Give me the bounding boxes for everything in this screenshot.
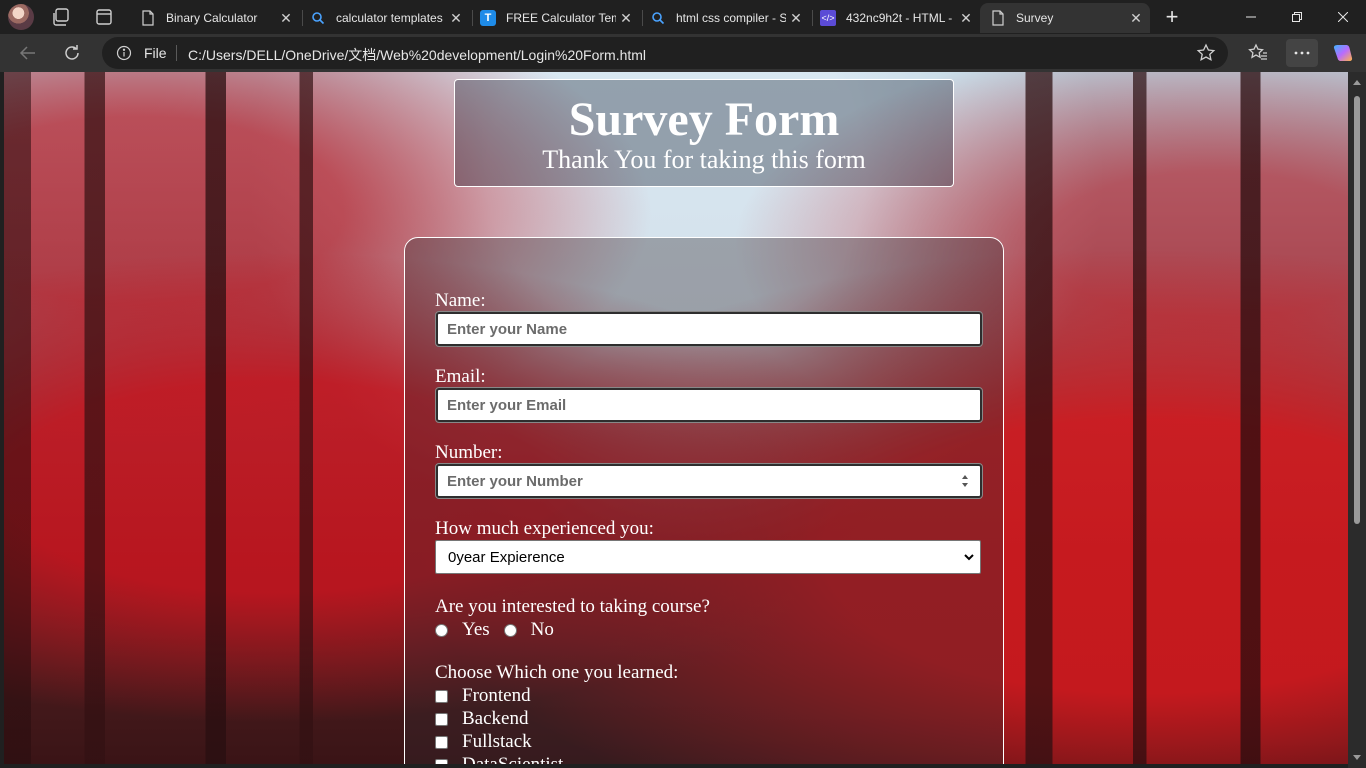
tab-html-css-compiler[interactable]: html css compiler - S ✕ [640,4,810,32]
checkbox-frontend-label: Frontend [462,685,531,706]
tab-calculator-templates[interactable]: calculator templates ✕ [300,4,470,32]
tab-title: 432nc9h2t - HTML - [846,11,953,25]
t-app-icon: T [480,10,496,26]
name-label: Name: [435,290,486,311]
page-title: Survey Form [568,93,840,146]
back-button[interactable] [16,41,40,65]
checkbox-backend[interactable] [435,712,448,726]
page-scrollbar[interactable] [1348,72,1366,768]
number-spinner-icon[interactable] [961,474,969,488]
close-window-button[interactable] [1320,0,1366,34]
scroll-down-icon[interactable] [1353,755,1361,760]
tab-title: html css compiler - S [676,11,786,25]
url-text[interactable]: C:/Users/DELL/OneDrive/文档/Web%20developm… [188,45,646,65]
tab-title: Binary Calculator [166,11,258,25]
restore-button[interactable] [1274,0,1320,34]
checkbox-datascientist-label: DataScientist [462,754,563,764]
email-input[interactable] [435,387,983,423]
minimize-button[interactable] [1228,0,1274,34]
survey-form: Name: Email: Number: How much experience… [404,237,1004,764]
checkbox-row-datascientist: DataScientist [435,754,563,764]
close-icon[interactable]: ✕ [1126,8,1146,28]
checkbox-fullstack-label: Fullstack [462,731,532,752]
radio-no-label: No [530,619,554,640]
experience-label: How much experienced you: [435,518,654,539]
close-icon[interactable]: ✕ [956,8,976,28]
radio-yes[interactable] [435,623,448,637]
favorite-star-icon[interactable] [1196,43,1216,63]
course-radio-group: Yes No [435,619,568,641]
address-bar[interactable]: File C:/Users/DELL/OneDrive/文档/Web%20dev… [102,37,1228,69]
vertical-tabs-icon[interactable] [92,5,116,29]
page-subtitle: Thank You for taking this form [542,145,866,174]
refresh-button[interactable] [60,41,84,65]
tab-title: Survey [1016,11,1054,25]
tab-free-calculator[interactable]: T FREE Calculator Temp ✕ [470,4,640,32]
checkbox-fullstack[interactable] [435,735,448,749]
close-icon[interactable]: ✕ [786,8,806,28]
workspaces-icon[interactable] [50,5,74,29]
radio-yes-label: Yes [462,619,490,640]
course-question: Are you interested to taking course? [435,596,710,617]
tab-strip: Binary Calculator ✕ calculator templates… [0,0,1366,34]
tab-binary-calculator[interactable]: Binary Calculator ✕ [130,4,300,32]
close-icon[interactable]: ✕ [276,8,296,28]
favorites-icon[interactable] [1246,41,1270,65]
page-icon [990,10,1006,26]
experience-selected-value: 0year Expierence [448,548,565,566]
checkbox-datascientist[interactable] [435,758,448,764]
scheme-label: File [144,45,167,61]
copilot-icon[interactable] [1331,41,1355,65]
code-icon: </> [820,10,836,26]
checkbox-backend-label: Backend [462,708,529,729]
learned-question: Choose Which one you learned: [435,662,679,683]
checkbox-frontend[interactable] [435,689,448,703]
close-icon[interactable]: ✕ [616,8,636,28]
name-input[interactable] [435,311,983,347]
chevron-down-icon [964,554,974,561]
page-viewport: Survey Form Thank You for taking this fo… [4,72,1348,764]
email-label: Email: [435,366,486,387]
tab-title: FREE Calculator Temp [506,11,616,25]
browser-toolbar: File C:/Users/DELL/OneDrive/文档/Web%20dev… [0,34,1366,72]
radio-no[interactable] [503,623,517,637]
info-icon[interactable] [116,45,132,61]
address-divider [176,45,177,61]
tab-title: calculator templates [336,11,443,25]
number-input[interactable] [435,463,983,499]
search-icon [650,10,666,26]
tab-survey[interactable]: Survey ✕ [980,3,1150,33]
page-icon [140,10,156,26]
new-tab-button[interactable]: + [1160,4,1184,29]
number-label: Number: [435,442,503,463]
scrollbar-thumb[interactable] [1354,96,1360,524]
search-icon [310,10,326,26]
experience-select[interactable]: 0year Expierence [435,540,981,574]
profile-avatar[interactable] [8,4,34,30]
scroll-up-icon[interactable] [1353,80,1361,85]
close-icon[interactable]: ✕ [446,8,466,28]
checkbox-row-frontend: Frontend [435,685,531,707]
more-menu-button[interactable] [1286,39,1318,67]
survey-header: Survey Form Thank You for taking this fo… [454,79,954,187]
checkbox-row-backend: Backend [435,708,528,730]
tab-html-editor[interactable]: </> 432nc9h2t - HTML - ✕ [810,4,980,32]
checkbox-row-fullstack: Fullstack [435,731,532,753]
